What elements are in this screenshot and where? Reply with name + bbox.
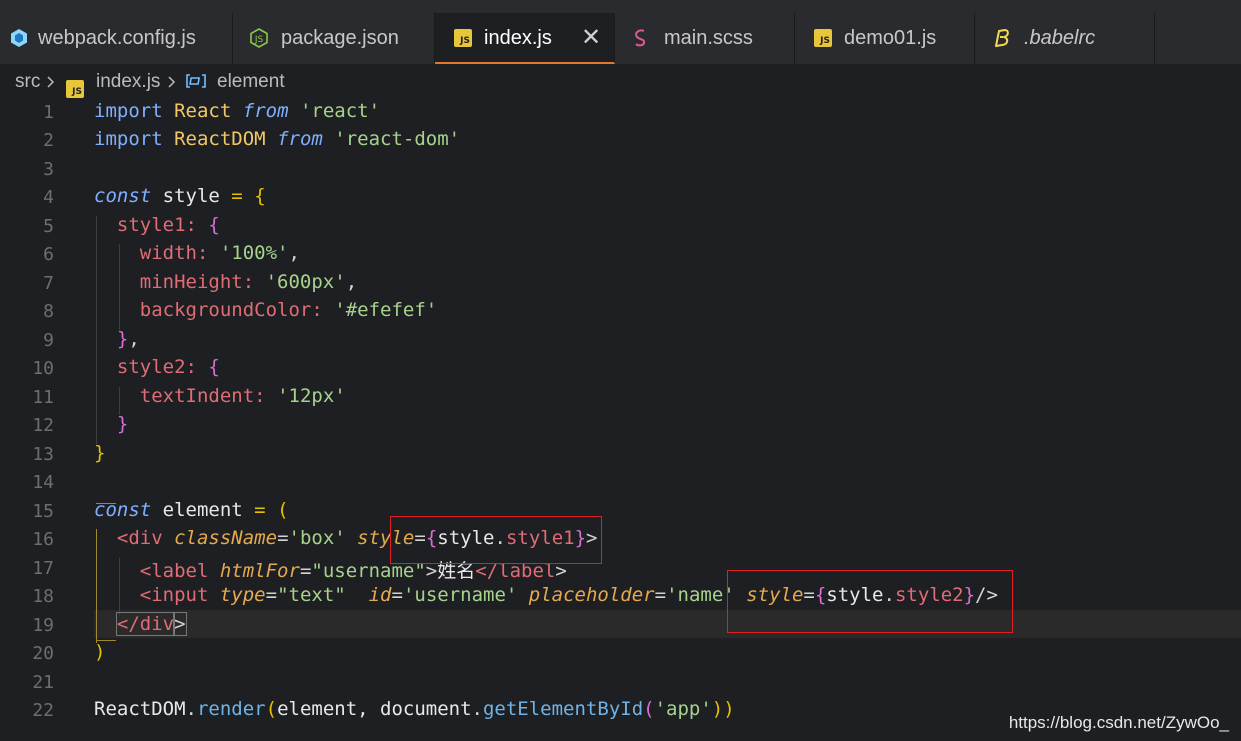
line-number: 15 <box>32 501 54 522</box>
line-number: 21 <box>32 672 54 693</box>
code-line-11: textIndent: '12px' <box>139 385 346 407</box>
line-number: 22 <box>32 700 54 721</box>
tab-label: main.scss <box>664 27 753 49</box>
tab-package-json[interactable]: JS package.json <box>233 13 435 64</box>
line-number: 17 <box>32 558 54 579</box>
line-number: 6 <box>43 244 54 265</box>
code-line-7: minHeight: '600px', <box>139 271 358 293</box>
line-number: 5 <box>43 216 54 237</box>
tab-label: demo01.js <box>844 27 937 49</box>
code-line-4: const style = { <box>94 185 266 207</box>
code-line-2: import ReactDOM from 'react-dom' <box>94 128 461 150</box>
breadcrumb-file[interactable]: index.js <box>96 71 160 93</box>
code-line-15: const element = ( <box>94 499 289 521</box>
sass-icon <box>635 29 646 47</box>
babel-icon <box>995 29 1009 47</box>
tab-index-js[interactable]: JS index.js ✕ <box>435 13 615 64</box>
line-number: 11 <box>32 387 54 408</box>
breadcrumb-folder[interactable]: src <box>15 71 40 93</box>
code-line-1: import React from 'react' <box>94 100 381 122</box>
line-number: 16 <box>32 529 54 550</box>
nodejs-icon: JS <box>250 28 268 48</box>
svg-text:JS: JS <box>254 35 264 45</box>
tab-label: .babelrc <box>1024 27 1096 49</box>
code-line-19: </div> <box>115 612 187 636</box>
breadcrumb-symbol[interactable]: element <box>217 71 285 93</box>
code-line-5: style1: { <box>116 214 220 236</box>
line-number: 18 <box>32 586 54 607</box>
code-editor[interactable]: 1 2 3 4 5 6 7 8 9 10 11 12 13 14 15 16 1… <box>0 98 1241 741</box>
symbol-variable-icon <box>186 74 206 88</box>
line-number: 14 <box>32 472 54 493</box>
js-file-icon: JS <box>66 80 84 98</box>
js-file-icon: JS <box>814 29 832 47</box>
chevron-right-icon <box>47 76 55 88</box>
line-number: 12 <box>32 415 54 436</box>
code-line-10: style2: { <box>116 356 220 378</box>
annotation-box <box>390 516 602 564</box>
chevron-right-icon <box>168 76 176 88</box>
tab-babelrc[interactable]: .babelrc <box>975 13 1155 64</box>
code-line-12: } <box>116 413 129 435</box>
line-number: 19 <box>32 615 54 636</box>
editor-tab-bar: webpack.config.js JS package.json JS ind… <box>0 0 1241 64</box>
code-line-6: width: '100%', <box>139 242 300 264</box>
breadcrumb: src JS index.js element <box>0 64 1241 98</box>
close-icon[interactable]: ✕ <box>581 23 601 51</box>
line-number: 4 <box>43 187 54 208</box>
code-line-13: } <box>94 442 106 464</box>
line-number: 8 <box>43 301 54 322</box>
js-file-icon: JS <box>454 29 472 47</box>
tab-label: index.js <box>484 27 552 49</box>
code-line-9: }, <box>116 328 140 350</box>
tab-demo01-js[interactable]: JS demo01.js <box>795 13 975 64</box>
code-line-20: ) <box>94 641 106 663</box>
line-number: 20 <box>32 643 54 664</box>
tab-webpack-config[interactable]: webpack.config.js <box>0 13 233 64</box>
line-number: 13 <box>32 444 54 465</box>
line-number: 9 <box>43 330 54 351</box>
code-line-22: ReactDOM.render(element, document.getEle… <box>94 698 735 720</box>
line-number: 1 <box>43 102 54 123</box>
line-number: 10 <box>32 358 54 379</box>
code-line-8: backgroundColor: '#efefef' <box>139 299 438 321</box>
webpack-icon <box>11 29 27 47</box>
annotation-box <box>727 570 1013 633</box>
current-line-highlight <box>94 610 1241 638</box>
tab-label: webpack.config.js <box>38 27 196 49</box>
tab-main-scss[interactable]: main.scss <box>615 13 795 64</box>
line-number: 7 <box>43 273 54 294</box>
line-number: 3 <box>43 159 54 180</box>
tab-label: package.json <box>281 27 399 49</box>
watermark: https://blog.csdn.net/ZywOo_ <box>1008 713 1229 732</box>
line-number: 2 <box>43 130 54 151</box>
